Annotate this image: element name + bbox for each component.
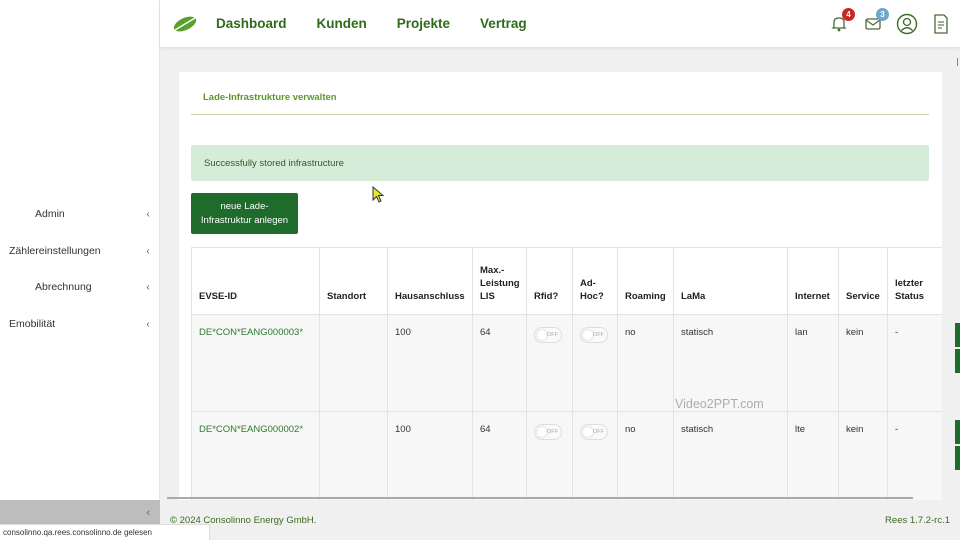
row-action-button[interactable] bbox=[955, 323, 960, 347]
browser-status-bar: consolinno.qa.rees.consolinno.de gelesen bbox=[0, 524, 210, 540]
cell-evse-id[interactable]: DE*CON*EANG000002* bbox=[191, 411, 320, 500]
sidebar-item-label: Abrechnung bbox=[35, 281, 92, 293]
column-header-service[interactable]: Service bbox=[838, 247, 888, 315]
notifications-button[interactable]: 4 bbox=[828, 8, 855, 36]
footer: © 2024 Consolinno Energy GmbH. Rees 1.7.… bbox=[160, 505, 960, 535]
chevron-left-icon: ‹ bbox=[146, 245, 150, 257]
cell-service: kein bbox=[838, 314, 888, 412]
cell-lama: statisch bbox=[673, 411, 788, 500]
nav-link-dashboard[interactable]: Dashboard bbox=[216, 16, 287, 31]
leaf-logo-icon[interactable] bbox=[172, 15, 198, 33]
cell-letzter-status: - bbox=[887, 411, 942, 500]
horizontal-scrollbar[interactable] bbox=[167, 497, 913, 499]
top-navigation: Dashboard Kunden Projekte Vertrag 4 3 bbox=[160, 0, 960, 48]
nav-link-kunden[interactable]: Kunden bbox=[317, 16, 367, 31]
cell-internet: lan bbox=[787, 314, 839, 412]
page-title: Lade-Infrastrukture verwalten bbox=[203, 92, 337, 103]
column-header-hausanschluss[interactable]: Hausanschluss bbox=[387, 247, 473, 315]
row-action-button[interactable] bbox=[955, 420, 960, 444]
user-profile-icon bbox=[896, 13, 918, 35]
nav-icon-group: 4 3 bbox=[828, 8, 952, 36]
document-icon bbox=[934, 14, 948, 34]
column-header-lama[interactable]: LaMa bbox=[673, 247, 788, 315]
table-row: DE*CON*EANG000002* 100 64 OFF OFF no sta… bbox=[191, 411, 942, 500]
new-infrastructure-button[interactable]: neue Lade-Infrastruktur anlegen bbox=[191, 193, 298, 234]
title-divider bbox=[191, 114, 929, 115]
watermark: Video2PPT.com bbox=[675, 397, 764, 411]
documents-button[interactable] bbox=[930, 12, 952, 36]
nav-link-vertrag[interactable]: Vertrag bbox=[480, 16, 527, 31]
cell-max-leistung: 64 bbox=[472, 411, 527, 500]
success-alert: Successfully stored infrastructure bbox=[191, 145, 929, 181]
chevron-left-icon: ‹ bbox=[146, 208, 150, 220]
profile-button[interactable] bbox=[896, 12, 918, 36]
table-header-row: EVSE-ID Standort Hausanschluss Max.-Leis… bbox=[191, 247, 942, 315]
cell-hausanschluss: 100 bbox=[387, 314, 473, 412]
chevron-left-icon: ‹ bbox=[146, 318, 150, 330]
scroll-indicator bbox=[957, 58, 958, 66]
column-header-ad-hoc[interactable]: Ad-Hoc? bbox=[572, 247, 618, 315]
cell-ad-hoc: OFF bbox=[572, 411, 618, 500]
cell-rfid: OFF bbox=[526, 314, 573, 412]
rfid-toggle[interactable]: OFF bbox=[534, 424, 562, 440]
column-header-internet[interactable]: Internet bbox=[787, 247, 839, 315]
sidebar-item-label: Emobilität bbox=[9, 318, 56, 330]
infrastructure-card: Lade-Infrastrukture verwalten Successful… bbox=[179, 72, 942, 500]
row-action-button[interactable] bbox=[955, 349, 960, 373]
table-row: DE*CON*EANG000003* 100 64 OFF OFF no sta… bbox=[191, 314, 942, 412]
sidebar-item-label: Admin bbox=[35, 208, 65, 220]
sidebar-collapse-button[interactable]: ‹ bbox=[0, 500, 160, 526]
messages-button[interactable]: 3 bbox=[862, 8, 889, 36]
cell-standort bbox=[319, 411, 388, 500]
cell-letzter-status: - bbox=[887, 314, 942, 412]
row-action-button[interactable] bbox=[955, 446, 960, 470]
column-header-roaming[interactable]: Roaming bbox=[617, 247, 674, 315]
chevron-left-icon: ‹ bbox=[146, 507, 150, 519]
sidebar: Admin ‹ Zählereinstellungen ‹ Abrechnung… bbox=[0, 0, 160, 540]
cell-standort bbox=[319, 314, 388, 412]
column-header-rfid[interactable]: Rfid? bbox=[526, 247, 573, 315]
sidebar-item-emobilitaet[interactable]: Emobilität ‹ bbox=[0, 314, 160, 334]
footer-version: Rees 1.7.2-rc.1 bbox=[885, 514, 950, 526]
column-header-max-leistung[interactable]: Max.-Leistung LIS bbox=[472, 247, 527, 315]
ad-hoc-toggle[interactable]: OFF bbox=[580, 327, 608, 343]
nav-link-projekte[interactable]: Projekte bbox=[397, 16, 450, 31]
cell-internet: lte bbox=[787, 411, 839, 500]
cell-hausanschluss: 100 bbox=[387, 411, 473, 500]
notification-count-badge: 4 bbox=[842, 8, 855, 21]
cell-evse-id[interactable]: DE*CON*EANG000003* bbox=[191, 314, 320, 412]
chevron-left-icon: ‹ bbox=[146, 281, 150, 293]
column-header-evse-id[interactable]: EVSE-ID bbox=[191, 247, 320, 315]
sidebar-item-zaehlereinstellungen[interactable]: Zählereinstellungen ‹ bbox=[0, 241, 160, 261]
ad-hoc-toggle[interactable]: OFF bbox=[580, 424, 608, 440]
cell-ad-hoc: OFF bbox=[572, 314, 618, 412]
column-header-letzter-status[interactable]: letzter Status bbox=[887, 247, 942, 315]
cell-service: kein bbox=[838, 411, 888, 500]
column-header-standort[interactable]: Standort bbox=[319, 247, 388, 315]
infrastructure-table: EVSE-ID Standort Hausanschluss Max.-Leis… bbox=[191, 247, 942, 500]
mouse-cursor-icon bbox=[372, 186, 384, 203]
rfid-toggle[interactable]: OFF bbox=[534, 327, 562, 343]
sidebar-item-admin[interactable]: Admin ‹ bbox=[0, 204, 160, 224]
cell-roaming: no bbox=[617, 314, 674, 412]
cell-rfid: OFF bbox=[526, 411, 573, 500]
messages-count-badge: 3 bbox=[876, 8, 889, 21]
cell-roaming: no bbox=[617, 411, 674, 500]
sidebar-item-label: Zählereinstellungen bbox=[9, 245, 101, 257]
sidebar-item-abrechnung[interactable]: Abrechnung ‹ bbox=[0, 277, 160, 297]
cell-max-leistung: 64 bbox=[472, 314, 527, 412]
